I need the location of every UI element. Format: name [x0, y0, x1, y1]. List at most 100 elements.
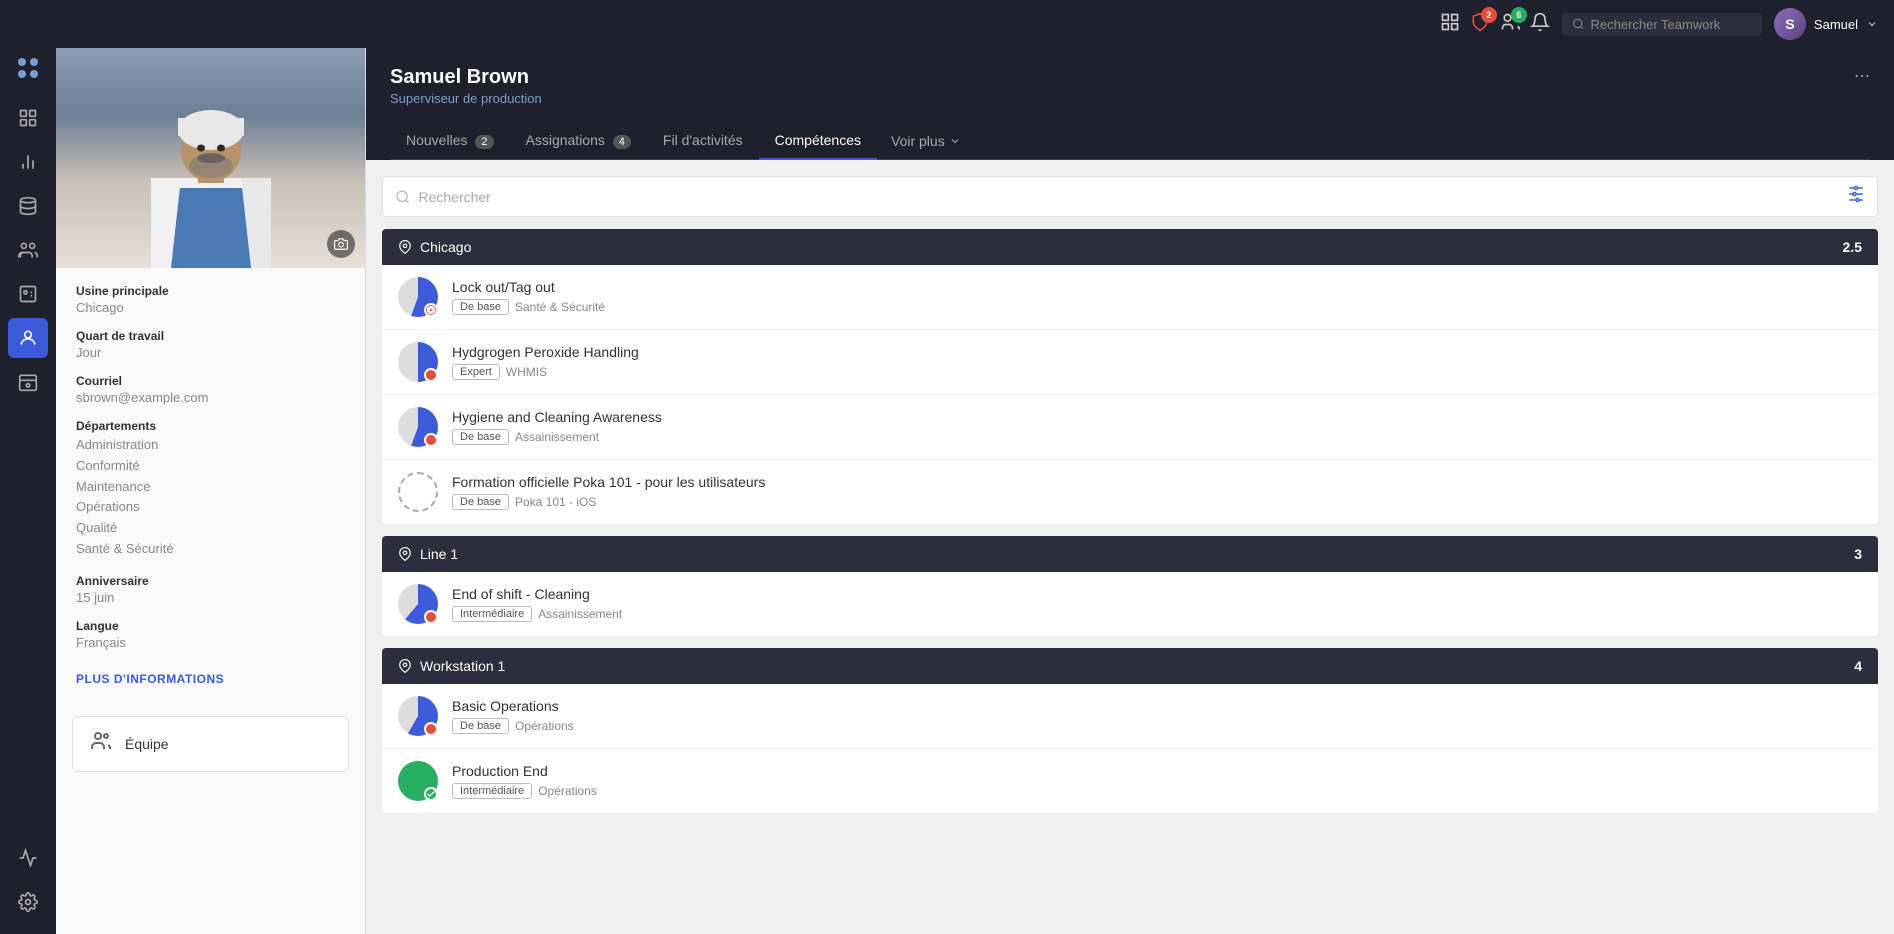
- departements-label: Départements: [76, 419, 345, 433]
- profile-title: Superviseur de production: [390, 91, 542, 106]
- bell-icon[interactable]: [1530, 12, 1550, 37]
- skill-level-tag: De base: [452, 718, 509, 734]
- more-info-button[interactable]: PLUS D'INFORMATIONS: [76, 672, 224, 686]
- courriel-label: Courriel: [76, 374, 345, 388]
- section-header-left: Line 1: [398, 546, 458, 562]
- section-header-workstation1: Workstation 1 4: [382, 648, 1878, 684]
- section-line1-count: 3: [1854, 546, 1862, 562]
- change-photo-button[interactable]: [327, 230, 355, 258]
- right-panel: Samuel Brown Superviseur de production ⋯…: [366, 48, 1894, 934]
- skill-status: [424, 433, 438, 447]
- skill-name: Hygiene and Cleaning Awareness: [452, 409, 1862, 425]
- filter-button[interactable]: [1847, 185, 1865, 208]
- list-item: Lock out/Tag out De base Santé & Sécurit…: [382, 265, 1878, 330]
- skill-category: Santé & Sécurité: [515, 300, 605, 314]
- content-search-bar[interactable]: [382, 176, 1878, 217]
- tab-voir-plus[interactable]: Voir plus: [877, 122, 975, 159]
- reports-icon: [18, 152, 38, 172]
- sidebar-item-modules[interactable]: [8, 186, 48, 226]
- usine-value: Chicago: [76, 300, 345, 315]
- tab-fil-activites[interactable]: Fil d'activités: [647, 122, 759, 160]
- app-logo[interactable]: [8, 48, 48, 88]
- skills-container-chicago: Lock out/Tag out De base Santé & Sécurit…: [382, 265, 1878, 524]
- skill-info: Hygiene and Cleaning Awareness De base A…: [452, 409, 1862, 445]
- global-search[interactable]: [1562, 13, 1762, 36]
- skill-avatar: [398, 472, 438, 512]
- check-icon: [426, 774, 436, 814]
- profile-header: Samuel Brown Superviseur de production ⋯…: [366, 48, 1894, 160]
- search-icon: [1572, 17, 1585, 31]
- skill-avatar: [398, 342, 438, 382]
- team-section[interactable]: Équipe: [72, 716, 349, 772]
- courriel-group: Courriel sbrown@example.com: [76, 374, 345, 405]
- content-search-input[interactable]: [418, 189, 1839, 205]
- user-name: Samuel: [1814, 17, 1858, 32]
- skill-level-tag: Intermédiaire: [452, 606, 532, 622]
- sidebar-item-training[interactable]: [8, 362, 48, 402]
- list-item: Basic Operations De base Opérations: [382, 684, 1878, 749]
- training-icon: [18, 372, 38, 392]
- sidebar-item-dashboard[interactable]: [8, 98, 48, 138]
- more-options-button[interactable]: ⋯: [1854, 66, 1870, 86]
- sidebar-item-analytics[interactable]: [8, 838, 48, 878]
- skill-avatar: [398, 696, 438, 736]
- settings-icon: [18, 892, 38, 912]
- sidebar-item-reports[interactable]: [8, 142, 48, 182]
- skill-info: Formation officielle Poka 101 - pour les…: [452, 474, 1862, 510]
- skill-tags: Intermédiaire Opérations: [452, 783, 1862, 799]
- topbar: 2 6 S Samuel: [0, 0, 1894, 48]
- content-area: Chicago 2.5 Lock out/Tag: [366, 160, 1894, 934]
- team-label: Équipe: [125, 736, 169, 752]
- tab-nouvelles-label: Nouvelles: [406, 132, 467, 148]
- section-header-line1: Line 1 3: [382, 536, 1878, 572]
- skill-status: [424, 787, 438, 801]
- list-item: Administration: [76, 435, 345, 456]
- skill-status: [424, 722, 438, 736]
- team-people-icon: [89, 729, 113, 753]
- skill-avatar: [398, 584, 438, 624]
- langue-label: Langue: [76, 619, 345, 633]
- team-icon: [89, 729, 113, 759]
- chevron-down-icon: [1866, 18, 1878, 30]
- skills-container-workstation1: Basic Operations De base Opérations: [382, 684, 1878, 813]
- skill-category: Opérations: [515, 719, 574, 733]
- shield-badge: 2: [1481, 7, 1497, 23]
- sidebar-item-settings[interactable]: [8, 882, 48, 922]
- sidebar-item-groups[interactable]: [8, 230, 48, 270]
- section-workstation1-name: Workstation 1: [420, 658, 505, 674]
- tab-competences[interactable]: Compétences: [759, 122, 877, 160]
- shield-icon[interactable]: 2: [1470, 12, 1490, 37]
- skill-avatar: [398, 761, 438, 801]
- sidebar-item-people[interactable]: [8, 318, 48, 358]
- logo-icon: [13, 53, 43, 83]
- analytics-icon: [18, 848, 38, 868]
- skill-category: Opérations: [538, 784, 597, 798]
- skill-info: End of shift - Cleaning Intermédiaire As…: [452, 586, 1862, 622]
- modules-icon: [18, 196, 38, 216]
- skill-tags: De base Santé & Sécurité: [452, 299, 1862, 315]
- notifications-icon[interactable]: 6: [1500, 12, 1520, 37]
- skill-name: Hydgrogen Peroxide Handling: [452, 344, 1862, 360]
- skill-category: Poka 101 - iOS: [515, 495, 596, 509]
- user-menu[interactable]: S Samuel: [1774, 8, 1878, 40]
- section-workstation1-count: 4: [1854, 658, 1862, 674]
- flag-icon[interactable]: [1440, 12, 1460, 37]
- section-workstation1: Workstation 1 4 Basic Operations: [382, 648, 1878, 813]
- skill-tags: Intermédiaire Assainissement: [452, 606, 1862, 622]
- skill-status: [424, 368, 438, 382]
- global-search-input[interactable]: [1590, 17, 1751, 32]
- main-content: Usine principale Chicago Quart de travai…: [56, 48, 1894, 934]
- sidebar-item-teams[interactable]: [8, 274, 48, 314]
- departements-list: Administration Conformité Maintenance Op…: [76, 435, 345, 560]
- tab-assignations-label: Assignations: [526, 132, 605, 148]
- tab-assignations[interactable]: Assignations 4: [510, 122, 647, 160]
- location-icon: [398, 659, 412, 673]
- list-item: Qualité: [76, 518, 345, 539]
- quart-group: Quart de travail Jour: [76, 329, 345, 360]
- teams-icon: [18, 284, 38, 304]
- skill-tags: Expert WHMIS: [452, 364, 1862, 380]
- profile-info: Usine principale Chicago Quart de travai…: [56, 268, 365, 704]
- list-item: End of shift - Cleaning Intermédiaire As…: [382, 572, 1878, 636]
- skill-name: Basic Operations: [452, 698, 1862, 714]
- tab-nouvelles[interactable]: Nouvelles 2: [390, 122, 510, 160]
